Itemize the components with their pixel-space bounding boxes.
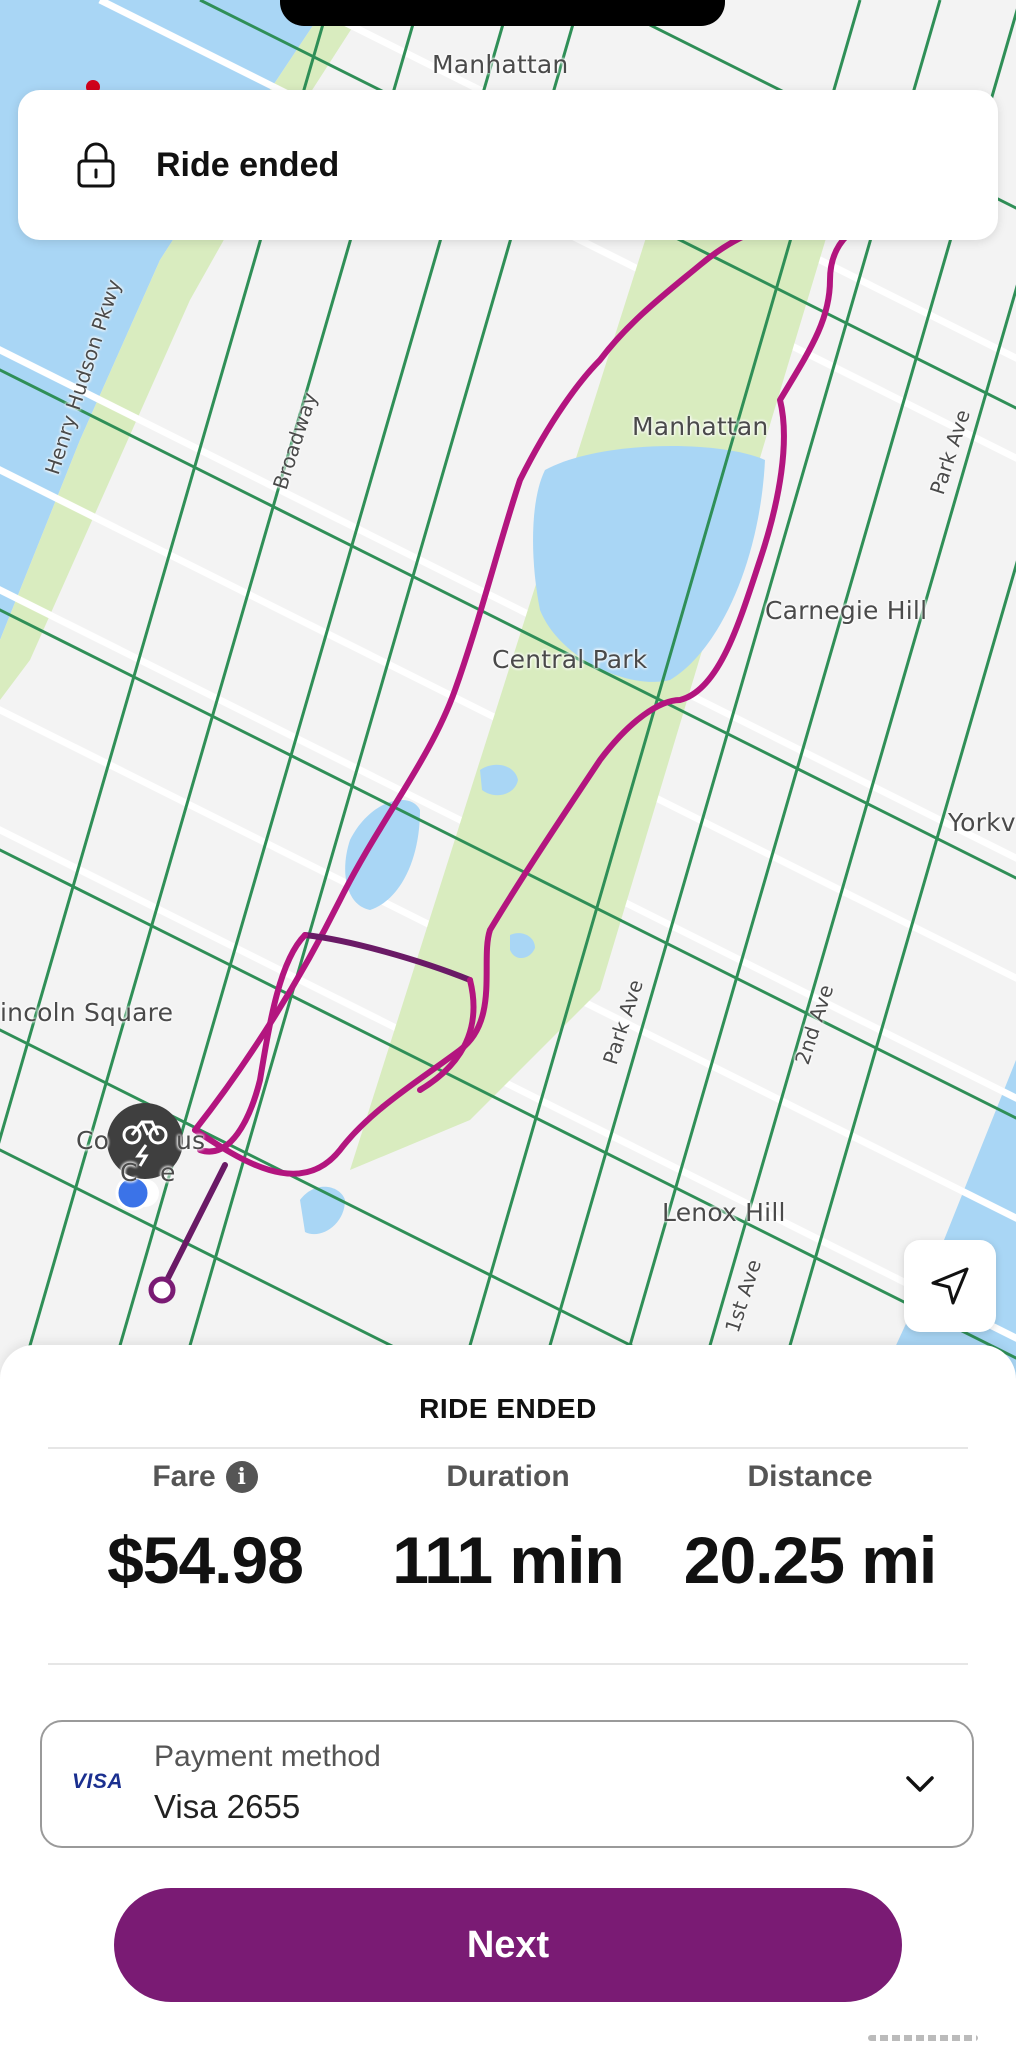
distance-value: 20.25 mi [683,1523,938,1597]
distance-stat: Distance 20.25 mi [650,1460,970,1598]
map-label-lenox-hill: Lenox Hill [662,1198,786,1227]
recenter-button[interactable] [904,1240,996,1332]
banner-title: Ride ended [156,145,340,184]
map-label-columbus-circle: us [176,1126,206,1155]
duration-stat: Duration 111 min [348,1460,668,1598]
payment-method-label: Payment method [154,1740,381,1773]
device-notch [280,0,725,26]
map-label-central-park: Central Park [492,645,648,674]
map-label-lincoln-square: incoln Square [0,998,174,1027]
ride-summary-sheet: RIDE ENDED Fare i $54.98 Duration 111 mi… [0,1345,1016,2048]
map-label-columbus-circle: C [120,1158,138,1187]
duration-label: Duration [446,1460,570,1493]
visa-logo-icon: VISA [72,1770,124,1793]
payment-method-select[interactable]: VISA Payment method Visa 2655 [40,1720,974,1848]
lock-icon [66,135,126,195]
ride-ended-banner: Ride ended [18,90,998,240]
map-label-carnegie-hill: Carnegie Hill [765,596,928,625]
home-indicator [868,2035,978,2041]
chevron-down-icon [906,1776,934,1792]
map-label-columbus-circle: Co [76,1126,110,1155]
map-label-manhattan: Manhattan [432,50,569,79]
fare-value: $54.98 [107,1523,304,1597]
map-label-yorkville: Yorkv [948,808,1016,837]
sheet-title: RIDE ENDED [419,1393,597,1424]
navigation-arrow-icon [931,1267,969,1305]
map-label-columbus-circle: e [160,1158,176,1187]
fare-stat: Fare i $54.98 [45,1460,365,1598]
fare-label: Fare [152,1460,216,1493]
payment-method-value: Visa 2655 [154,1788,301,1825]
duration-value: 111 min [392,1523,625,1597]
distance-label: Distance [747,1460,873,1493]
divider [48,1447,968,1449]
next-button[interactable]: Next [114,1888,902,2002]
info-icon[interactable]: i [225,1461,258,1493]
map-label-manhattan: Manhattan [632,412,769,441]
divider [48,1663,968,1665]
